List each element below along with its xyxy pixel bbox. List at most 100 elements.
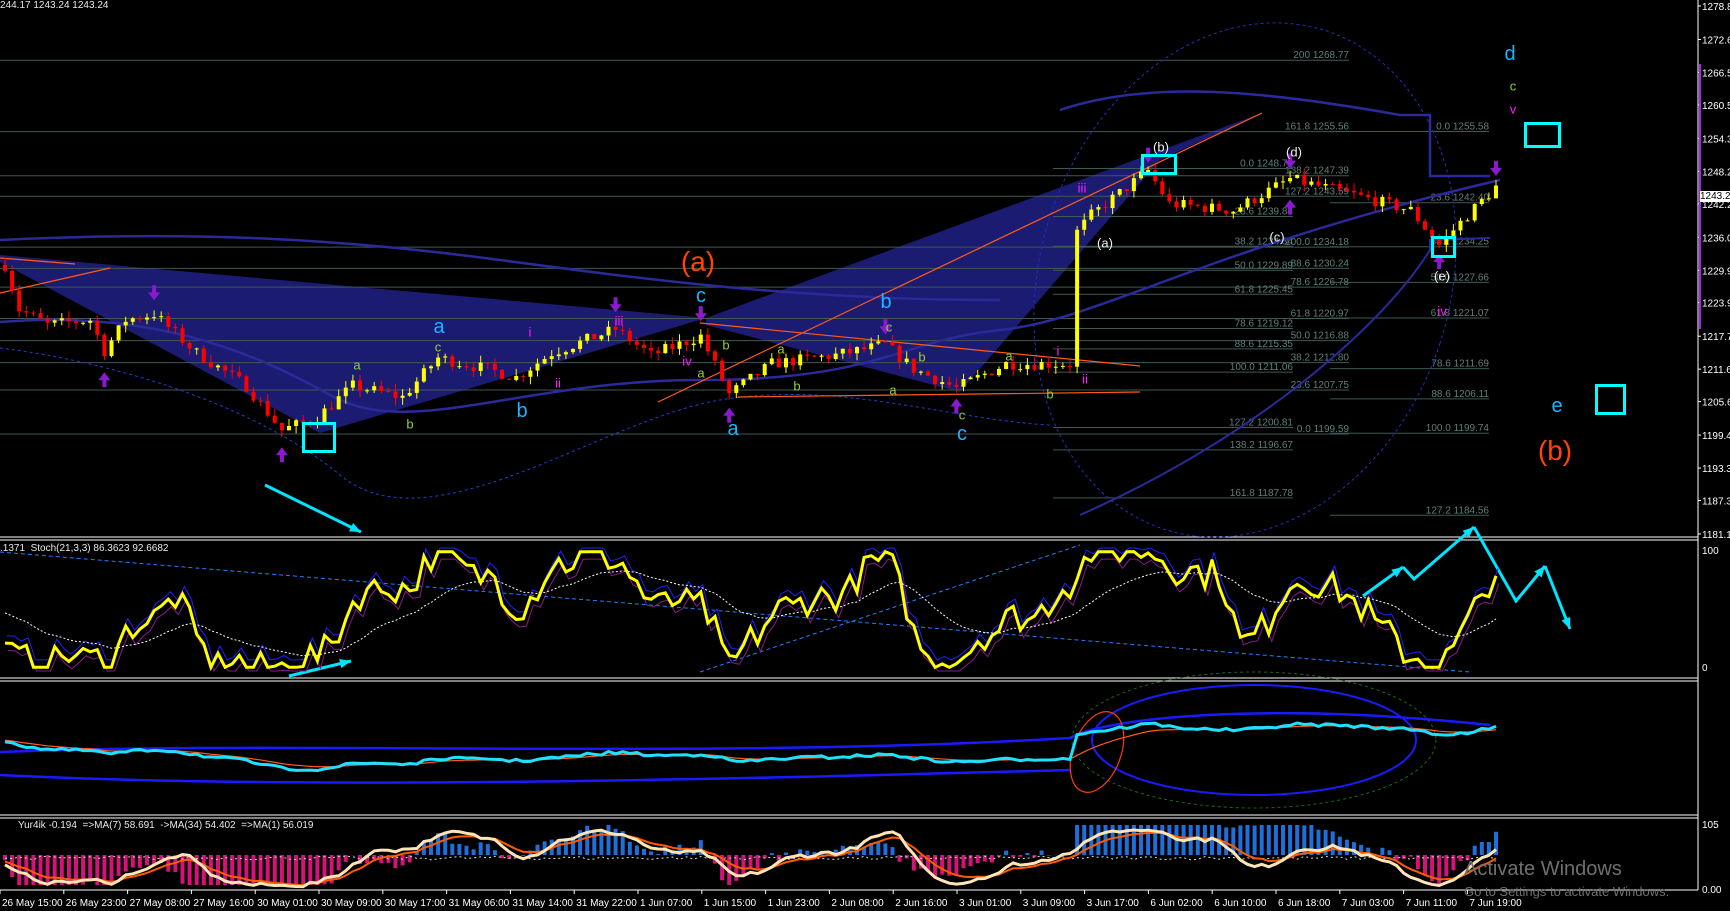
histogram-bar (336, 855, 341, 871)
fib-level-label: 88.6 1215.35 (1235, 339, 1294, 350)
time-axis-label: 6 Jun 10:00 (1214, 898, 1267, 909)
indicator-axis-label: 0.00 (1702, 885, 1722, 896)
candle-body (1252, 198, 1257, 204)
histogram-bar (634, 845, 639, 855)
histogram-bar (1046, 855, 1051, 856)
wave-label: a (433, 316, 445, 338)
candle-body (549, 356, 554, 360)
candle-body (691, 343, 696, 346)
histogram-bar (443, 833, 448, 855)
wave-label: a (353, 357, 361, 373)
candle-body (599, 335, 604, 340)
wave-label: c (1509, 78, 1517, 94)
price-axis-label: 1181.1 (1702, 530, 1730, 541)
candle-body (1082, 219, 1087, 230)
candle-body (819, 355, 824, 357)
time-axis-label: 31 May 06:00 (449, 898, 510, 909)
histogram-bar (627, 841, 632, 855)
candle-body (982, 373, 987, 375)
histogram-bar (17, 855, 22, 885)
histogram-bar (741, 855, 746, 875)
candle-body (265, 400, 270, 416)
candle-body (1238, 207, 1243, 212)
candle-body (329, 408, 334, 410)
activation-watermark-subtitle: Go to Settings to activate Windows. (1464, 884, 1670, 899)
candle-body (947, 382, 952, 385)
candle-body (833, 353, 838, 360)
candle-body (926, 371, 930, 376)
candle-body (620, 329, 625, 331)
time-axis-label: 31 May 22:00 (576, 898, 637, 909)
price-axis-label: 1254.3 (1702, 134, 1730, 145)
candle-body (507, 378, 512, 380)
candle-body (1408, 206, 1413, 210)
candle-body (734, 385, 739, 393)
price-axis-label: 1193.3 (1702, 464, 1730, 475)
candle-body (1103, 207, 1108, 209)
time-axis-label: 3 Jun 09:00 (1023, 898, 1076, 909)
histogram-bar (407, 855, 412, 863)
candle-body (1124, 189, 1129, 192)
fib-level-label: 23.6 1239.84 (1235, 207, 1294, 218)
histogram-bar (1004, 850, 1009, 855)
price-axis-label: 1217.7 (1702, 332, 1730, 343)
wave-label: b (1046, 386, 1054, 402)
trading-chart[interactable]: 200 1268.77 161.8 1255.56 138.2 1247.39 127… (0, 0, 1730, 911)
histogram-bar (642, 848, 646, 855)
candle-body (1188, 200, 1193, 205)
candle-body (173, 326, 178, 329)
candle-body (1380, 196, 1385, 207)
candle-body (698, 334, 703, 344)
candle-body (343, 387, 348, 397)
indicator-axis-label: 105 (1702, 820, 1719, 831)
candle-body (684, 341, 689, 346)
candle-body (1224, 210, 1229, 214)
histogram-bar (1380, 847, 1385, 855)
candle-body (24, 311, 29, 313)
histogram-bar (1437, 855, 1442, 885)
histogram-bar (1011, 855, 1016, 858)
histogram-bar (1259, 825, 1264, 855)
candle-body (421, 368, 426, 382)
candle-body (975, 374, 980, 378)
candle-body (968, 377, 973, 380)
candle-body (237, 371, 242, 377)
fib-level-label: 161.8 1187.78 (1230, 488, 1294, 499)
histogram-bar (1025, 853, 1030, 855)
candle-body (805, 354, 810, 356)
histogram-bar (1387, 850, 1392, 855)
candle-body (812, 355, 817, 357)
histogram-bar (954, 855, 959, 877)
candle-body (1046, 362, 1051, 368)
histogram-bar (649, 851, 654, 855)
histogram-bar (1096, 825, 1101, 855)
candle-body (393, 391, 398, 398)
candle-body (450, 356, 455, 367)
histogram-bar (471, 849, 476, 855)
main-header: 244.17 1243.24 1243.24 (0, 0, 109, 11)
histogram-bar (485, 844, 490, 855)
fib-level-label: 61.8 1225.45 (1235, 284, 1294, 295)
histogram-bar (876, 841, 881, 855)
candle-body (287, 425, 291, 431)
wave-label: a (697, 365, 705, 381)
candle-body (1472, 204, 1477, 221)
price-axis-label: 1272.6 (1702, 36, 1730, 47)
candle-body (350, 380, 355, 388)
candle-body (244, 376, 249, 392)
histogram-bar (1288, 825, 1293, 855)
candle-body (883, 341, 888, 343)
candle-body (798, 354, 803, 366)
candle-body (1316, 181, 1321, 186)
wave-label: i (1056, 343, 1060, 359)
candle-body (1387, 196, 1392, 200)
candle-body (1025, 364, 1030, 370)
histogram-bar (606, 825, 611, 855)
candle-body (1366, 194, 1371, 198)
wave-label: (c) (1269, 229, 1285, 245)
time-axis-label: 26 May 15:00 (2, 898, 63, 909)
histogram-bar (492, 850, 497, 855)
candle-body (407, 392, 412, 396)
oscillator-header: Yur4ik -0.194 =>MA(7) 58.691 ->MA(34) 54… (18, 820, 314, 831)
wave-label: iii (1077, 180, 1087, 196)
